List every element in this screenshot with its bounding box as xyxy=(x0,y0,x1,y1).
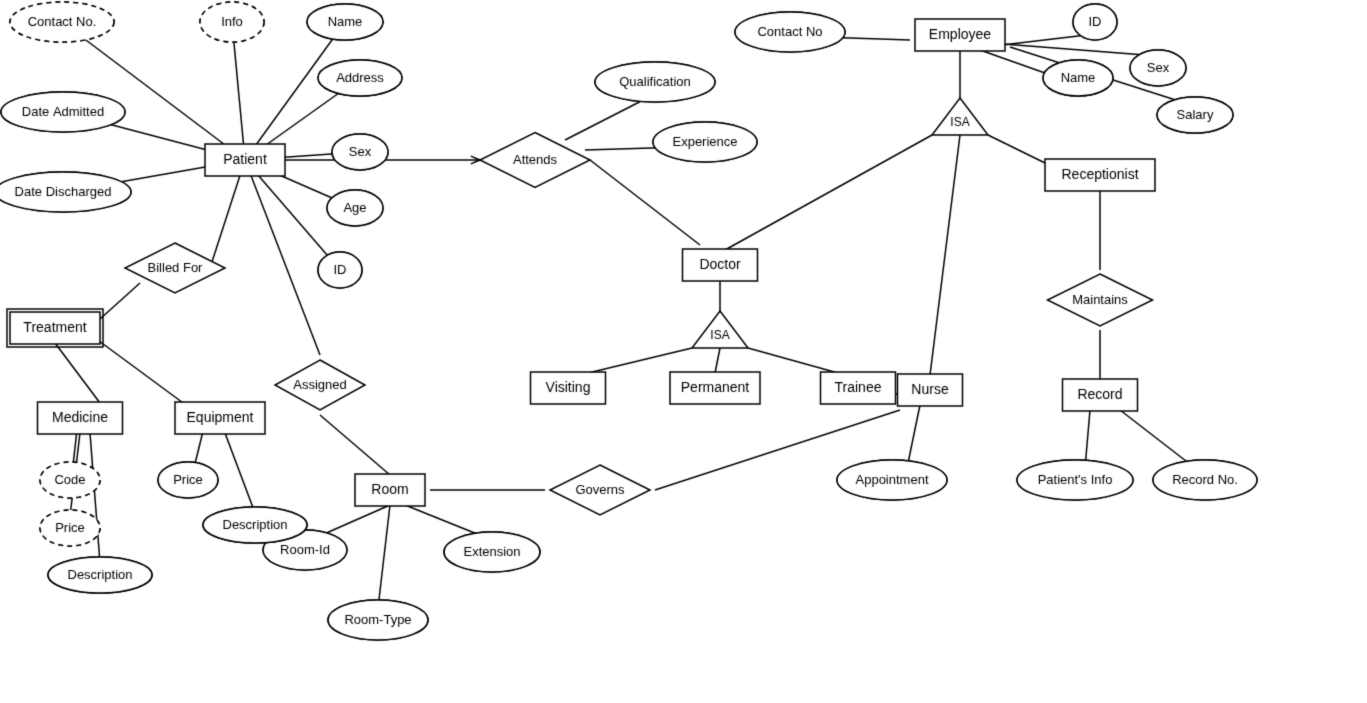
er-diagram xyxy=(0,0,1367,703)
